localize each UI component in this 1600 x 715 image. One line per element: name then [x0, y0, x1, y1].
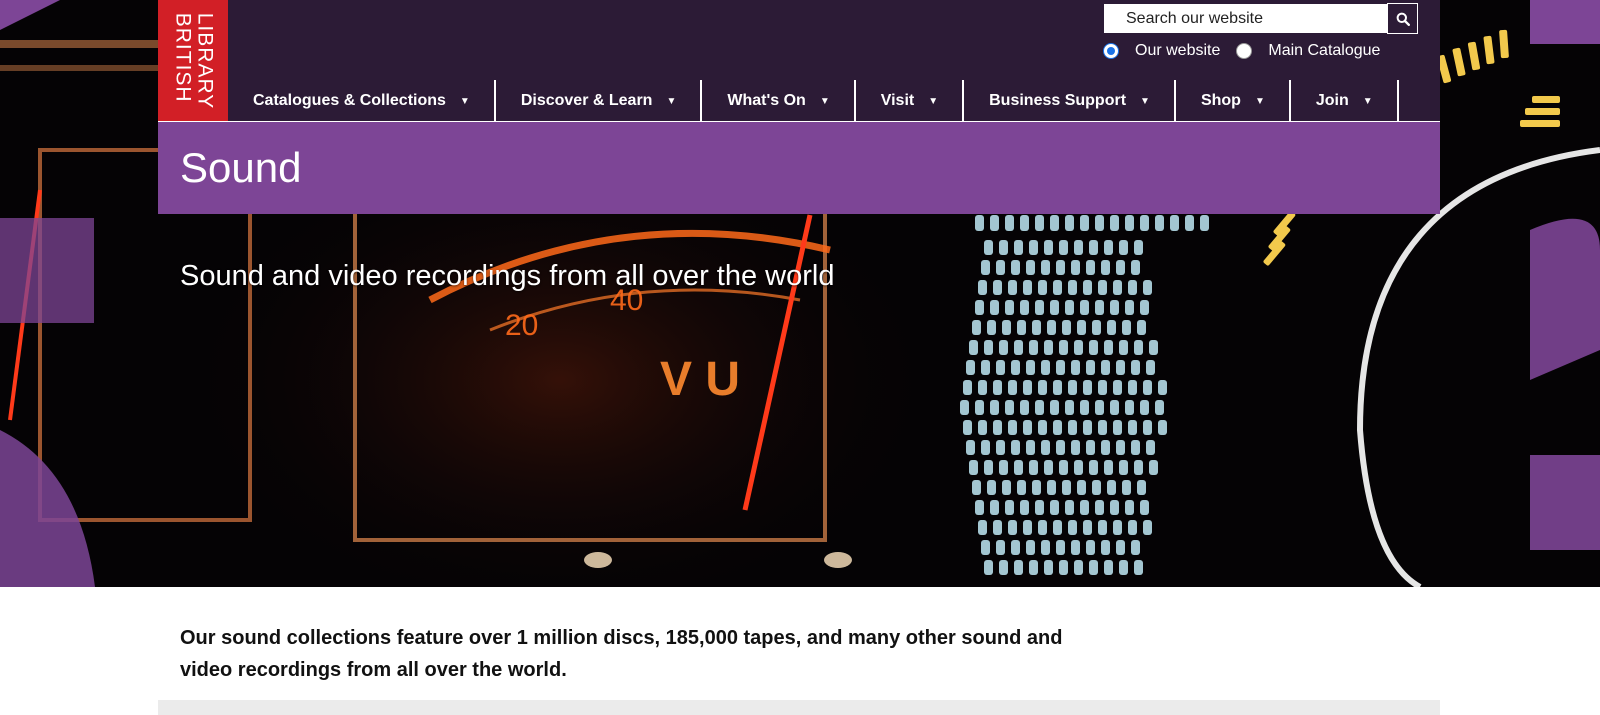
- nav-label: Visit: [880, 92, 915, 109]
- search-scope-selector: Our website Main Catalogue: [1103, 40, 1396, 62]
- radio-main-catalogue[interactable]: Main Catalogue: [1236, 42, 1380, 60]
- radio-label-our-website: Our website: [1135, 42, 1221, 59]
- hero-tagline: Sound and video recordings from all over…: [180, 260, 835, 292]
- chevron-down-icon: ▼: [1140, 95, 1150, 107]
- british-library-logo[interactable]: LIBRARY BRITISH: [158, 0, 228, 122]
- search-icon: [1396, 12, 1410, 26]
- nav-whats-on[interactable]: What's On ▼: [702, 80, 856, 122]
- nav-shop[interactable]: Shop ▼: [1176, 80, 1291, 122]
- chevron-down-icon: ▼: [459, 95, 470, 107]
- svg-text:20: 20: [505, 309, 538, 342]
- nav-visit[interactable]: Visit ▼: [856, 80, 965, 122]
- logo-line-library: LIBRARY: [193, 12, 216, 110]
- nav-label: Business Support: [989, 92, 1127, 109]
- chevron-down-icon: ▼: [1254, 95, 1265, 107]
- search-box: [1103, 3, 1389, 34]
- nav-label: Shop: [1200, 92, 1241, 109]
- search-input[interactable]: [1104, 4, 1388, 33]
- radio-our-website[interactable]: Our website: [1103, 42, 1220, 60]
- nav-catalogues-collections[interactable]: Catalogues & Collections ▼: [228, 80, 496, 122]
- chevron-down-icon: ▼: [819, 95, 830, 107]
- nav-label: Catalogues & Collections: [253, 92, 446, 109]
- intro-paragraph: Our sound collections feature over 1 mil…: [180, 627, 1063, 681]
- svg-text:V U: V U: [660, 353, 740, 406]
- chevron-down-icon: ▼: [1362, 95, 1373, 107]
- nav-label: Discover & Learn: [520, 92, 653, 109]
- nav-label: What's On: [727, 92, 806, 109]
- search-button[interactable]: [1387, 3, 1418, 34]
- main-navigation: Catalogues & Collections ▼ Discover & Lea…: [228, 80, 1399, 122]
- radio-button-checked[interactable]: [1103, 43, 1119, 59]
- logo-line-british: BRITISH: [171, 12, 194, 103]
- page-title: Sound: [180, 144, 302, 191]
- chevron-down-icon: ▼: [928, 95, 939, 107]
- page-title-banner: Sound: [158, 122, 1440, 214]
- nav-join[interactable]: Join ▼: [1291, 80, 1399, 122]
- radio-label-main-catalogue: Main Catalogue: [1268, 42, 1381, 59]
- chevron-down-icon: ▼: [666, 95, 677, 107]
- logo-wordmark: LIBRARY BRITISH: [171, 12, 216, 110]
- content-panel-top: [158, 700, 1440, 715]
- nav-discover-learn[interactable]: Discover & Learn ▼: [496, 80, 703, 122]
- nav-label: Join: [1315, 92, 1349, 109]
- radio-button-unchecked[interactable]: [1236, 43, 1253, 59]
- nav-business-support[interactable]: Business Support ▼: [964, 80, 1176, 122]
